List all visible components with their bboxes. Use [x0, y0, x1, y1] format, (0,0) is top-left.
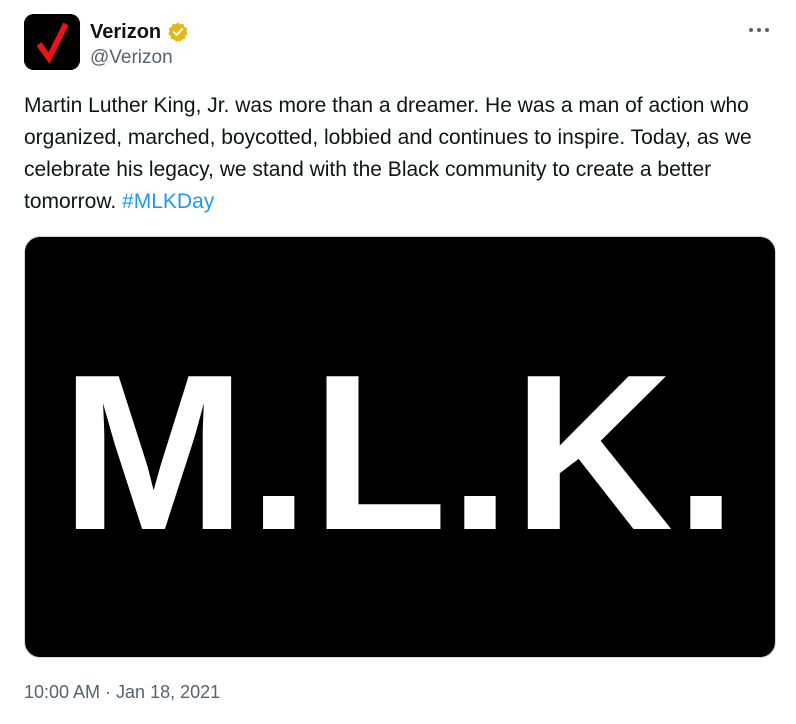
- tweet-timestamp[interactable]: 10:00 AM · Jan 18, 2021: [24, 680, 220, 704]
- verified-badge-icon: [167, 21, 189, 43]
- more-horizontal-icon: [749, 28, 769, 32]
- more-options-button[interactable]: [744, 18, 774, 42]
- tweet-media-image[interactable]: M.L.K.: [24, 236, 776, 658]
- avatar[interactable]: [24, 14, 80, 70]
- media-image-text: M.L.K.: [61, 329, 739, 577]
- tweet-card: Verizon @Verizon Martin Luther King, Jr.…: [0, 0, 796, 724]
- display-name[interactable]: Verizon: [90, 20, 161, 44]
- verizon-logo-icon: [24, 14, 80, 70]
- author-handle[interactable]: @Verizon: [90, 47, 173, 69]
- tweet-text: Martin Luther King, Jr. was more than a …: [24, 90, 784, 218]
- author-name-row: Verizon: [90, 20, 189, 44]
- hashtag-link[interactable]: #MLKDay: [122, 190, 214, 213]
